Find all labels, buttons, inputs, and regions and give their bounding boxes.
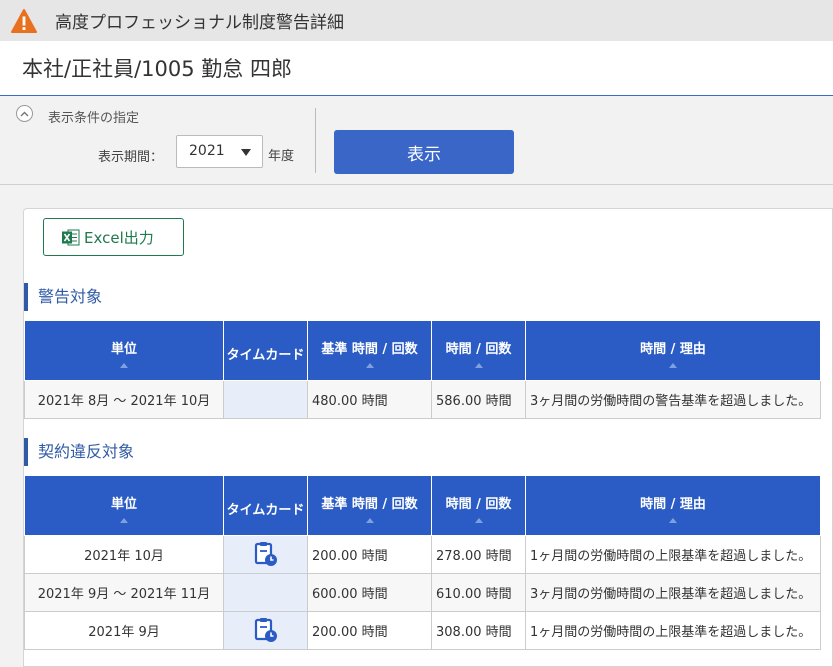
column-header-actual[interactable]: 時間 / 回数 (431, 476, 526, 536)
column-header-actual[interactable]: 時間 / 回数 (431, 321, 526, 381)
cell-unit: 2021年 9月 ～ 2021年 11月 (24, 572, 224, 612)
cell-timecard (223, 379, 308, 419)
content-panel: Excel出力 警告対象 単位 タイムカード 基準 時間 / 回数 時間 / 回… (23, 208, 833, 667)
cell-standard: 600.00 時間 (307, 572, 432, 612)
column-header-timecard: タイムカード (223, 321, 308, 381)
excel-export-button[interactable]: Excel出力 (43, 218, 184, 256)
column-header-unit[interactable]: 単位 (24, 321, 224, 381)
violation-section-title: 契約違反対象 (24, 438, 134, 466)
sort-arrow-icon (669, 362, 677, 368)
year-suffix: 年度 (268, 149, 295, 164)
cell-reason: 1ヶ月間の労働時間の上限基準を超過しました。 (525, 534, 821, 574)
sort-arrow-icon (120, 517, 128, 523)
cell-reason: 3ヶ月間の労働時間の警告基準を超過しました。 (525, 379, 821, 419)
column-header-reason[interactable]: 時間 / 理由 (525, 321, 821, 381)
cell-actual: 586.00 時間 (431, 379, 526, 419)
table-row: 2021年 9月 200.00 時間 308.00 時間 1ヶ月間の労働時間の上… (24, 610, 821, 650)
cell-unit: 2021年 8月 ～ 2021年 10月 (24, 379, 224, 419)
cell-actual: 278.00 時間 (431, 534, 526, 574)
table-row: 2021年 10月 200.00 時間 278.00 時間 1ヶ月間の労働時間の… (24, 534, 821, 574)
divider (315, 108, 316, 173)
show-button[interactable]: 表示 (334, 130, 514, 174)
cell-reason: 3ヶ月間の労働時間の上限基準を超過しました。 (525, 572, 821, 612)
sort-arrow-icon (474, 362, 483, 368)
cell-standard: 200.00 時間 (307, 534, 432, 574)
sort-arrow-icon (474, 517, 483, 523)
warning-section-title: 警告対象 (24, 283, 102, 311)
warning-triangle-icon (11, 8, 37, 33)
column-header-unit[interactable]: 単位 (24, 476, 224, 536)
cell-unit: 2021年 10月 (24, 534, 224, 574)
employee-label: 本社/正社員/1005 勤怠 四郎 (0, 41, 833, 96)
column-header-timecard: タイムカード (223, 476, 308, 536)
cell-timecard[interactable] (223, 534, 308, 574)
cell-standard: 480.00 時間 (307, 379, 432, 419)
filter-heading[interactable]: 表示条件の指定 (48, 107, 139, 126)
page-title: 高度プロフェッショナル制度警告詳細 (55, 13, 344, 33)
timecard-clipboard-clock-icon[interactable] (254, 617, 278, 643)
year-select[interactable]: 2021 (176, 135, 263, 168)
excel-export-label: Excel出力 (84, 228, 154, 247)
column-header-reason[interactable]: 時間 / 理由 (525, 476, 821, 536)
cell-actual: 308.00 時間 (431, 610, 526, 650)
sort-arrow-icon (365, 517, 374, 523)
chevron-up-icon[interactable] (16, 105, 33, 122)
cell-reason: 1ヶ月間の労働時間の上限基準を超過しました。 (525, 610, 821, 650)
cell-unit: 2021年 9月 (24, 610, 224, 650)
timecard-clipboard-clock-icon[interactable] (254, 541, 278, 567)
title-bar: 高度プロフェッショナル制度警告詳細 (0, 0, 833, 41)
column-header-standard[interactable]: 基準 時間 / 回数 (307, 321, 432, 381)
column-header-standard[interactable]: 基準 時間 / 回数 (307, 476, 432, 536)
warning-table: 単位 タイムカード 基準 時間 / 回数 時間 / 回数 時間 / 理由 202… (24, 321, 821, 419)
sort-arrow-icon (365, 362, 374, 368)
cell-standard: 200.00 時間 (307, 610, 432, 650)
cell-actual: 610.00 時間 (431, 572, 526, 612)
violation-table: 単位 タイムカード 基準 時間 / 回数 時間 / 回数 時間 / 理由 202… (24, 476, 821, 650)
table-row: 2021年 9月 ～ 2021年 11月 600.00 時間 610.00 時間… (24, 572, 821, 612)
table-row: 2021年 8月 ～ 2021年 10月 480.00 時間 586.00 時間… (24, 379, 821, 419)
cell-timecard[interactable] (223, 610, 308, 650)
year-select-value: 2021 (189, 143, 225, 159)
filter-panel: 表示条件の指定 表示期間： 2021 年度 表示 (0, 96, 833, 185)
cell-timecard (223, 572, 308, 612)
sort-arrow-icon (669, 517, 677, 523)
period-label: 表示期間： (98, 150, 164, 165)
excel-icon (62, 229, 80, 245)
sort-arrow-icon (120, 362, 128, 368)
dropdown-arrow-icon (241, 149, 251, 156)
